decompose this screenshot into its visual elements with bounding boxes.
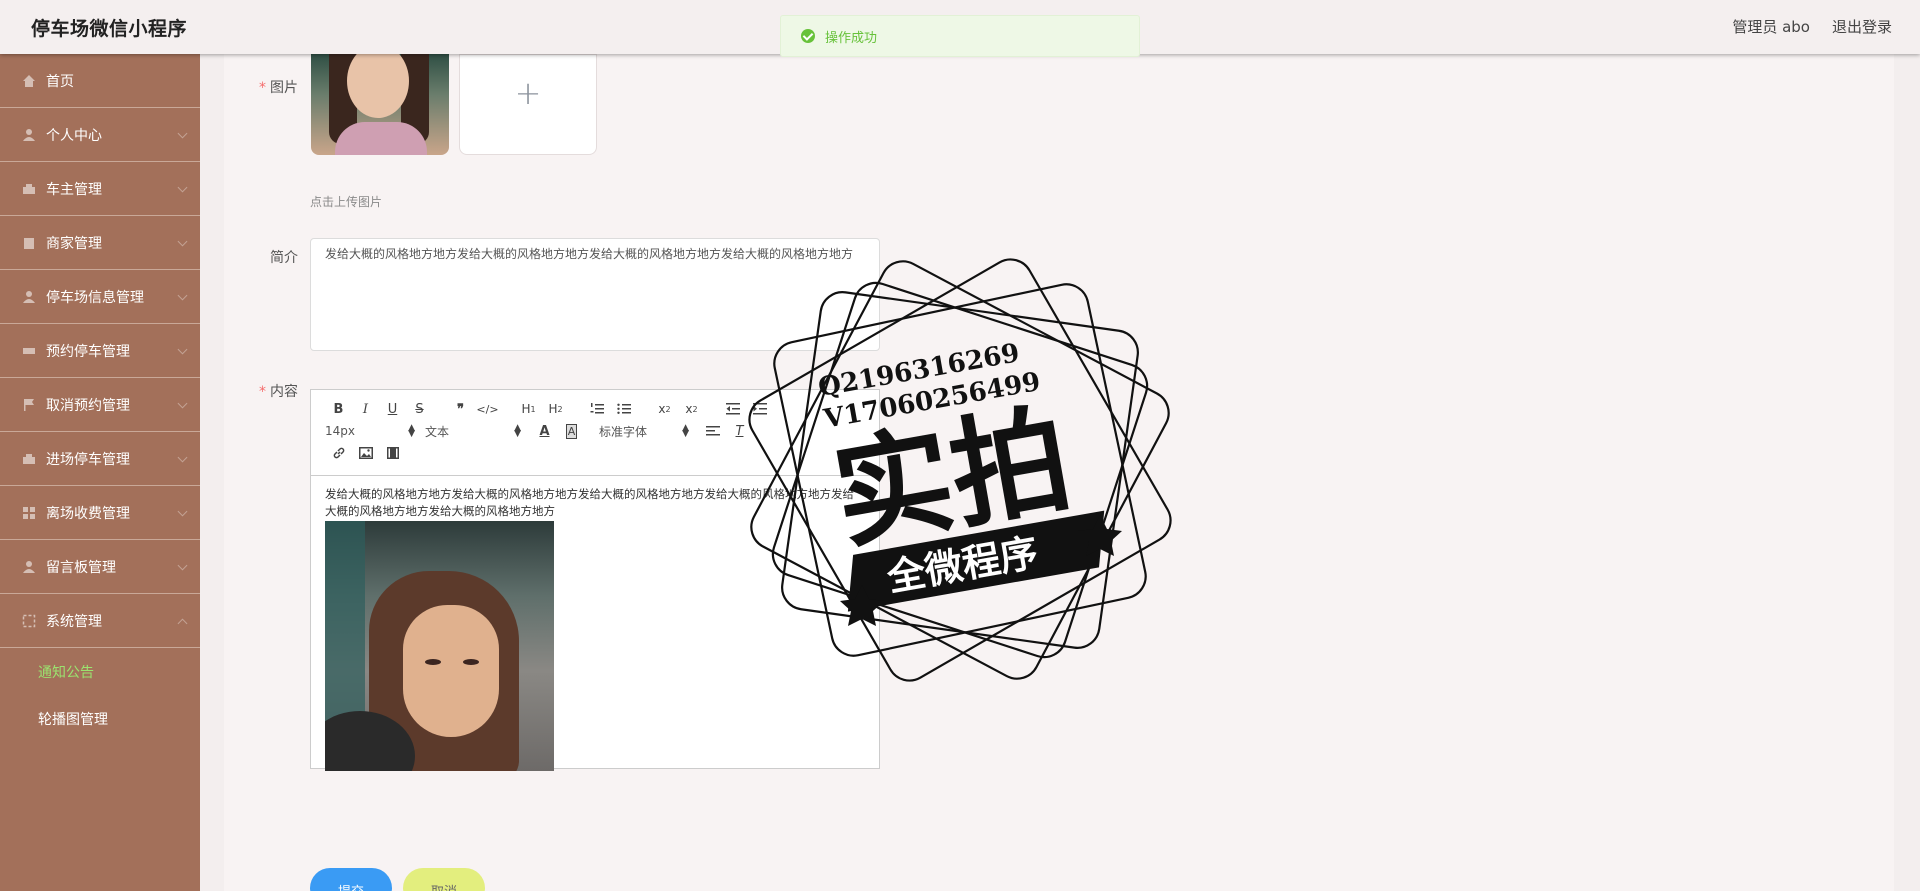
sidebar-item-label: 系统管理 <box>46 613 102 630</box>
outdent-icon[interactable] <box>719 399 746 419</box>
background-color-icon[interactable]: A <box>558 421 585 441</box>
sidebar-item-label: 首页 <box>46 73 74 90</box>
chevron-down-icon <box>177 182 188 193</box>
italic-button[interactable]: I <box>352 399 379 419</box>
rich-text-editor[interactable]: B I U S ❞ </> H1 H2 x2 x2 14px ▲ ▼ 文本 ▲ ▼ A … <box>310 389 880 771</box>
required-mark: * <box>259 80 266 96</box>
sidebar-item-label: 取消预约管理 <box>46 397 130 414</box>
sidebar-item-personal-center[interactable]: 个人中心 <box>0 108 200 162</box>
home-icon <box>22 74 36 88</box>
clear-format-icon[interactable]: T <box>726 421 753 441</box>
header-actions: 管理员 abo 退出登录 <box>1732 16 1892 37</box>
check-circle-icon <box>801 29 815 43</box>
logout-link[interactable]: 退出登录 <box>1832 16 1892 37</box>
sidebar-item-label: 进场停车管理 <box>46 451 130 468</box>
editor-toolbar: B I U S ❞ </> H1 H2 x2 x2 14px ▲ ▼ 文本 ▲ ▼ A … <box>311 390 879 476</box>
sidebar-item-label: 停车场信息管理 <box>46 289 144 306</box>
user-icon <box>22 128 36 142</box>
sidebar-item-label: 离场收费管理 <box>46 505 130 522</box>
entry-icon <box>22 452 36 466</box>
sidebar-item-system[interactable]: 系统管理 <box>0 594 200 648</box>
select-arrows-icon: ▲ ▼ <box>682 423 689 439</box>
heading1-button[interactable]: H1 <box>515 399 542 419</box>
chevron-down-icon <box>177 344 188 355</box>
chevron-down-icon <box>177 128 188 139</box>
chevron-down-icon <box>177 398 188 409</box>
select-arrows-icon: ▲ ▼ <box>408 423 415 439</box>
align-icon[interactable] <box>699 421 726 441</box>
message-icon <box>22 560 36 574</box>
chevron-down-icon <box>177 452 188 463</box>
user-label[interactable]: 管理员 abo <box>1732 16 1810 37</box>
upload-hint: 点击上传图片 <box>310 195 383 209</box>
indent-icon[interactable] <box>746 399 773 419</box>
cancel-button[interactable]: 取消 <box>403 868 485 891</box>
reservation-icon <box>22 344 36 358</box>
sidebar-item-label: 留言板管理 <box>46 559 116 576</box>
image-upload-button[interactable]: + <box>459 54 597 155</box>
submit-button[interactable]: 提交 <box>310 868 392 891</box>
subscript-button[interactable]: x2 <box>651 399 678 419</box>
underline-button[interactable]: U <box>379 399 406 419</box>
intro-field-label: 简介 <box>270 250 298 266</box>
sidebar-item-label: 车主管理 <box>46 181 102 198</box>
system-icon <box>22 614 36 628</box>
chevron-up-icon <box>177 618 188 629</box>
ordered-list-icon[interactable] <box>583 399 610 419</box>
bullet-list-icon[interactable] <box>610 399 637 419</box>
sidebar-item-entry-parking[interactable]: 进场停车管理 <box>0 432 200 486</box>
sidebar-item-label: 预约停车管理 <box>46 343 130 360</box>
sidebar-item-message-board[interactable]: 留言板管理 <box>0 540 200 594</box>
chevron-down-icon <box>177 236 188 247</box>
sidebar-item-cancel-reservation[interactable]: 取消预约管理 <box>0 378 200 432</box>
select-arrows-icon: ▲ ▼ <box>514 423 521 439</box>
font-size-select[interactable]: 14px ▲ ▼ <box>325 421 425 441</box>
sidebar-item-label: 商家管理 <box>46 235 102 252</box>
sidebar-subitem-label: 通知公告 <box>38 664 94 681</box>
image-icon[interactable] <box>352 443 379 463</box>
grid-icon <box>22 506 36 520</box>
image-field-label: * 图片 <box>259 80 298 96</box>
video-icon[interactable] <box>379 443 406 463</box>
editor-text: 发给大概的风格地方地方发给大概的风格地方地方发给大概的风格地方地方发给大概的风格… <box>325 487 854 518</box>
car-owner-icon <box>22 182 36 196</box>
flag-icon <box>22 398 36 412</box>
heading2-button[interactable]: H2 <box>542 399 569 419</box>
toast-message: 操作成功 <box>825 30 878 46</box>
font-family-select[interactable]: 标准字体 ▲ ▼ <box>599 421 699 441</box>
editor-embedded-image[interactable] <box>325 521 554 771</box>
uploaded-image-thumbnail[interactable] <box>311 54 449 155</box>
strike-button[interactable]: S <box>406 399 433 419</box>
content-field-label: * 内容 <box>259 384 298 400</box>
intro-textarea[interactable]: 发给大概的风格地方地方发给大概的风格地方地方发给大概的风格地方地方发给大概的风格… <box>310 238 880 351</box>
editor-content[interactable]: 发给大概的风格地方地方发给大概的风格地方地方发给大概的风格地方地方发给大概的风格… <box>311 476 879 781</box>
sidebar-subitem-notice[interactable]: 通知公告 <box>0 648 200 695</box>
chevron-down-icon <box>177 290 188 301</box>
required-mark: * <box>259 384 266 400</box>
sidebar: 首页 个人中心 车主管理 商家管理 停车场信息管理 预约停车管理 取消预约管理 … <box>0 54 200 891</box>
sidebar-item-car-owner[interactable]: 车主管理 <box>0 162 200 216</box>
paragraph-style-select[interactable]: 文本 ▲ ▼ <box>425 421 531 441</box>
code-block-icon[interactable]: </> <box>474 399 501 419</box>
app-title: 停车场微信小程序 <box>31 18 188 40</box>
sidebar-subitem-label: 轮播图管理 <box>38 711 108 728</box>
font-color-icon[interactable]: A <box>531 421 558 441</box>
bold-button[interactable]: B <box>325 399 352 419</box>
store-icon <box>22 236 36 250</box>
superscript-button[interactable]: x2 <box>678 399 705 419</box>
blockquote-icon[interactable]: ❞ <box>447 399 474 419</box>
sidebar-item-merchant[interactable]: 商家管理 <box>0 216 200 270</box>
chevron-down-icon <box>177 560 188 571</box>
parking-info-icon <box>22 290 36 304</box>
link-icon[interactable] <box>325 443 352 463</box>
sidebar-item-exit-fee[interactable]: 离场收费管理 <box>0 486 200 540</box>
success-toast: 操作成功 <box>780 15 1140 57</box>
sidebar-item-parking-info[interactable]: 停车场信息管理 <box>0 270 200 324</box>
sidebar-item-label: 个人中心 <box>46 127 102 144</box>
chevron-down-icon <box>177 506 188 517</box>
sidebar-item-home[interactable]: 首页 <box>0 54 200 108</box>
sidebar-item-reservation[interactable]: 预约停车管理 <box>0 324 200 378</box>
sidebar-subitem-carousel[interactable]: 轮播图管理 <box>0 695 200 742</box>
plus-icon: + <box>514 73 542 112</box>
